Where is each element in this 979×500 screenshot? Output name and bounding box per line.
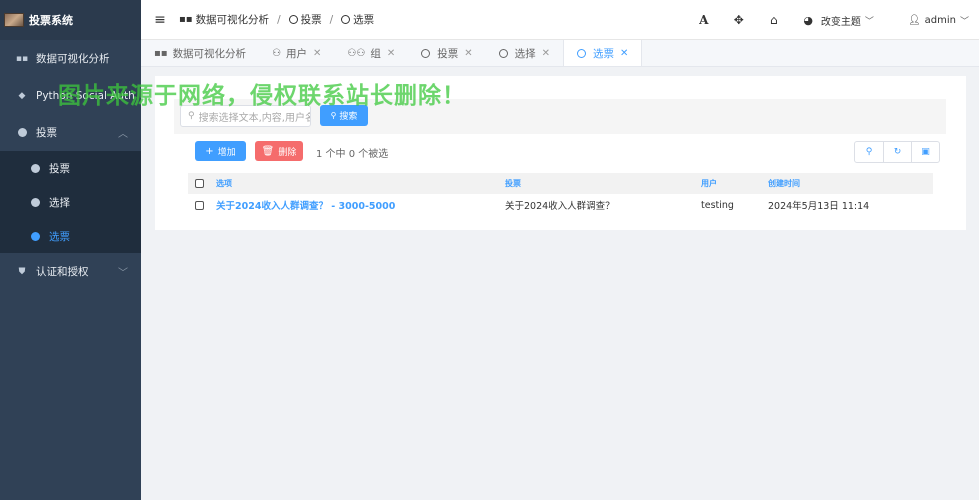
column-header-created[interactable]: 创建时间 [768,178,800,189]
tab-choices[interactable]: 选择 ✕ [486,40,563,66]
grid-icon: ▪▪ [154,47,168,59]
sidebar-item-label: 选择 [49,196,70,209]
sidebar-item-label: 选票 [49,230,70,243]
chevron-down-icon: ﹀ [864,16,874,27]
grid-icon: ▪▪ [15,53,29,64]
trash-icon: 🗑︎ [261,145,275,157]
close-icon[interactable]: ✕ [464,48,472,59]
created-cell: 2024年5月13日 11:14 [768,201,870,212]
circle-icon [421,48,431,58]
tab-votes[interactable]: 选票 ✕ [563,40,643,66]
column-header-user[interactable]: 用户 [701,178,717,189]
menu-toggle-icon[interactable]: ≡ [141,12,179,28]
chevron-down-icon: ﹀ [118,268,128,279]
circle-icon [29,231,41,241]
sidebar-subitem-choices[interactable]: 选择 [0,185,141,219]
close-icon[interactable]: ✕ [542,48,550,59]
top-header: ≡ ▪▪ 数据可视化分析 / 投票 / 选票 A ✥ ⌂ ◕ 改变主题 ﹀ 👤︎… [141,0,979,40]
select-all-checkbox[interactable] [195,179,204,188]
circle-icon [498,48,508,58]
user-cell: testing [701,199,734,211]
tab-bar: ▪▪ 数据可视化分析 ⚇ 用户 ✕ ⚇⚇ 组 ✕ 投票 ✕ 选择 ✕ 选票 ✕ [141,40,979,67]
search-icon: ⚲ [330,111,337,120]
sidebar-item-polls[interactable]: 投票 ︿ [0,114,141,151]
tab-groups[interactable]: ⚇⚇ 组 ✕ [334,40,408,66]
app-logo[interactable]: 投票系统 [0,0,141,40]
breadcrumb-item: 选票 [341,12,374,27]
sidebar-item-label: 认证和授权 [36,266,89,278]
sidebar-subitem-votes[interactable]: 选票 [0,219,141,253]
selection-count: 1 个中 0 个被选 [316,149,389,160]
export-icon[interactable]: ▣ [911,142,939,162]
circle-icon [29,163,41,173]
table-row: 关于2024收入人群调查？ - 3000-5000 关于2024收入人群调查？ … [188,194,933,216]
grid-icon: ▪▪ [179,14,193,25]
sidebar-item-label: 投票 [36,127,57,139]
close-icon[interactable]: ✕ [387,48,395,59]
vote-cell: 关于2024收入人群调查？ [505,201,615,212]
logo-image [4,13,24,27]
tab-polls[interactable]: 投票 ✕ [408,40,485,66]
sidebar-submenu-polls: 投票 选择 选票 [0,151,141,253]
close-icon[interactable]: ✕ [620,48,628,59]
app-title: 投票系统 [29,14,73,27]
chevron-up-icon: ︿ [118,129,128,140]
circle-icon [577,48,587,58]
theme-switch-button[interactable]: ◕ 改变主题 ﹀ [803,13,874,28]
header-actions: A ✥ ⌂ ◕ 改变主题 ﹀ 👤︎ admin ﹀ [686,0,979,40]
column-header-vote[interactable]: 投票 [505,178,521,189]
results-table: 选项 投票 用户 创建时间 关于2024收入人群调查？ - 3000-5000 … [188,173,933,216]
search-icon: ⚲ [188,111,195,121]
circle-icon [288,15,298,24]
circle-icon [29,197,41,207]
tab-users[interactable]: ⚇ 用户 ✕ [259,40,334,66]
sidebar-item-dashboard[interactable]: ▪▪ 数据可视化分析 [0,40,141,77]
plus-icon: + [205,145,214,157]
delete-button[interactable]: 🗑︎ 删除 [255,141,303,161]
column-header-option[interactable]: 选项 [216,178,232,189]
sidebar-item-label: 数据可视化分析 [36,53,110,65]
breadcrumb-item[interactable]: ▪▪ 数据可视化分析 [179,12,269,27]
fullscreen-icon[interactable]: ✥ [721,13,756,27]
shield-icon: ⛊ [18,266,26,277]
sidebar-item-label: 投票 [49,162,70,175]
option-link[interactable]: 关于2024收入人群调查？ - 3000-5000 [216,198,395,212]
watermark-text: 图片来源于网络，侵权联系站长删除！ [58,83,466,109]
refresh-icon[interactable]: ↻ [883,142,911,162]
breadcrumb: ▪▪ 数据可视化分析 / 投票 / 选票 [179,12,374,27]
user-icon: ⚇ [272,47,282,59]
search-placeholder: 搜索选择文本,内容,用户名 [198,112,311,124]
table-header: 选项 投票 用户 创建时间 [188,173,933,194]
circle-icon [341,15,351,24]
tab-dashboard[interactable]: ▪▪ 数据可视化分析 [141,40,259,66]
table-tools: ⚲ ↻ ▣ [854,141,940,163]
close-icon[interactable]: ✕ [313,48,321,59]
font-size-icon[interactable]: A [686,13,721,27]
search-toggle-icon[interactable]: ⚲ [855,142,883,162]
breadcrumb-separator: / [329,13,334,26]
row-checkbox[interactable] [195,200,204,210]
breadcrumb-item[interactable]: 投票 [288,12,322,27]
circle-icon [16,128,28,137]
sidebar-subitem-polls[interactable]: 投票 [0,151,141,185]
chevron-down-icon: ﹀ [959,16,969,27]
sidebar-item-auth[interactable]: ⛊ 认证和授权 ﹀ [0,253,141,290]
user-icon: 👤︎ [907,14,921,26]
breadcrumb-separator: / [277,13,281,26]
users-icon: ⚇⚇ [347,47,366,59]
sidebar: 投票系统 ▪▪ 数据可视化分析 ◆ Python Social Auth 投票 … [0,0,141,500]
user-menu-button[interactable]: 👤︎ admin ﹀ [908,14,969,27]
diamond-icon: ◆ [18,90,26,101]
home-icon[interactable]: ⌂ [756,13,791,27]
palette-icon: ◕ [803,13,813,27]
add-button[interactable]: + 增加 [195,141,246,161]
